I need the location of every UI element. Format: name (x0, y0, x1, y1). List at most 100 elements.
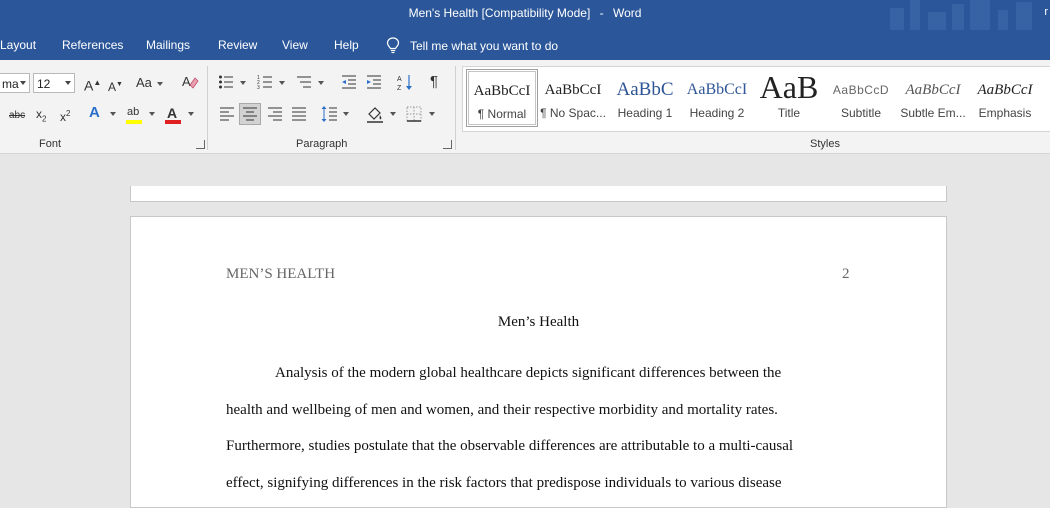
style-normal[interactable]: AaBbCcI ¶ Normal (466, 69, 538, 127)
svg-text:3: 3 (257, 85, 260, 90)
chevron-down-icon (149, 112, 155, 116)
chevron-down-icon (157, 82, 163, 86)
tab-layout[interactable]: Layout (0, 38, 36, 52)
document-page[interactable]: MEN’S HEALTH 2 Men’s Health Analysis of … (130, 216, 947, 508)
user-account[interactable]: r (1044, 6, 1048, 18)
justify-icon[interactable] (291, 107, 307, 121)
style-preview: AaBbCcI (544, 82, 602, 98)
change-case-button[interactable]: Aa (136, 75, 152, 91)
style-title[interactable]: AaB Title (754, 69, 824, 125)
font-group-label: Font (39, 138, 62, 150)
align-center-icon (243, 107, 257, 121)
chevron-down-icon (65, 81, 71, 85)
style-preview: AaB (759, 69, 819, 105)
grow-font-button[interactable]: A▲ (84, 75, 101, 94)
font-dialog-launcher[interactable] (196, 140, 205, 149)
tab-mailings[interactable]: Mailings (146, 38, 190, 52)
style-name: Heading 1 (617, 106, 673, 120)
group-divider (455, 66, 456, 150)
align-center-button[interactable] (239, 103, 261, 125)
multilevel-list-icon[interactable] (296, 74, 312, 90)
chevron-down-icon (188, 112, 194, 116)
font-size-combo[interactable]: 12 (33, 73, 75, 93)
page-number: 2 (842, 266, 850, 282)
style-name: Subtle Em... (900, 106, 966, 120)
font-color-button[interactable]: A (167, 105, 177, 121)
chevron-down-icon (240, 81, 246, 85)
paragraph-group-label: Paragraph (296, 138, 348, 150)
lightbulb-icon (386, 37, 400, 54)
document-name: Men's Health [Compatibility Mode] (408, 6, 591, 20)
style-preview: AaBbCcI (977, 82, 1033, 98)
style-subtle-emphasis[interactable]: AaBbCcI Subtle Em... (898, 69, 968, 125)
strikethrough-button[interactable]: abc (9, 108, 25, 124)
chevron-down-icon (279, 81, 285, 85)
shrink-font-button[interactable]: A▼ (108, 77, 123, 95)
highlight-color-swatch (126, 120, 142, 124)
style-preview: AaBbCcI (686, 81, 748, 98)
group-divider (207, 66, 208, 150)
paragraph-line: effect, signifying differences in the ri… (226, 475, 782, 491)
style-preview: AaBbCcD (832, 83, 890, 97)
app-name: Word (612, 6, 642, 20)
align-left-icon[interactable] (219, 107, 235, 121)
title-bar: Men's Health [Compatibility Mode] - Word… (0, 0, 1050, 30)
font-name-value: ma (2, 77, 19, 91)
tab-view[interactable]: View (282, 38, 308, 52)
style-name: Subtitle (840, 106, 882, 120)
svg-text:A: A (182, 74, 191, 89)
chevron-down-icon (429, 112, 435, 116)
style-name: ¶ Normal (477, 107, 527, 121)
borders-icon[interactable] (406, 106, 422, 122)
style-name: Emphasis (978, 106, 1032, 120)
style-preview: AaBbCcI (473, 83, 531, 99)
chevron-down-icon (318, 81, 324, 85)
tell-me-search[interactable]: Tell me what you want to do (386, 37, 558, 54)
paragraph-line: Furthermore, studies postulate that the … (226, 438, 794, 454)
superscript-button[interactable]: x2 (60, 106, 70, 125)
align-right-icon[interactable] (267, 107, 283, 121)
styles-group-label: Styles (810, 138, 840, 150)
svg-text:A: A (397, 76, 402, 83)
font-name-combo[interactable]: ma (0, 73, 30, 93)
style-emphasis[interactable]: AaBbCcI Emphasis (970, 69, 1040, 125)
shading-icon[interactable] (366, 105, 384, 123)
bullets-icon[interactable] (218, 74, 234, 90)
font-color-swatch (165, 120, 181, 124)
highlight-color-button[interactable]: ab (127, 104, 139, 120)
style-preview: AaBbC (616, 79, 674, 100)
style-preview: AaBbCcI (905, 82, 961, 98)
style-no-spacing[interactable]: AaBbCcI ¶ No Spac... (538, 69, 608, 125)
style-heading-2[interactable]: AaBbCcI Heading 2 (682, 69, 752, 125)
clear-formatting-icon[interactable]: A (181, 73, 199, 91)
title-separator: - (599, 6, 604, 20)
tab-references[interactable]: References (62, 38, 123, 52)
window-title: Men's Health [Compatibility Mode] - Word (0, 6, 1050, 20)
line-spacing-icon[interactable] (321, 105, 337, 123)
ribbon-tabs: Layout References Mailings Review View H… (0, 30, 1050, 60)
styles-gallery: AaBbCcI ¶ Normal AaBbCcI ¶ No Spac... Aa… (462, 66, 1050, 132)
style-name: Title (777, 106, 801, 120)
tab-help[interactable]: Help (334, 38, 359, 52)
tab-review[interactable]: Review (218, 38, 257, 52)
paragraph-dialog-launcher[interactable] (443, 140, 452, 149)
style-heading-1[interactable]: AaBbC Heading 1 (610, 69, 680, 125)
numbering-icon[interactable]: 1 2 3 (257, 74, 273, 90)
decrease-indent-icon[interactable] (341, 74, 357, 90)
sort-icon[interactable]: A Z (397, 73, 413, 91)
increase-indent-icon[interactable] (366, 74, 382, 90)
font-size-value: 12 (37, 77, 51, 91)
svg-text:Z: Z (397, 85, 402, 91)
paragraph-line: Analysis of the modern global healthcare… (275, 365, 782, 381)
previous-page-bottom[interactable] (130, 186, 947, 202)
subscript-button[interactable]: x2 (36, 106, 46, 127)
chevron-down-icon (20, 81, 26, 85)
document-title: Men’s Health (497, 314, 580, 330)
tell-me-label: Tell me what you want to do (410, 38, 559, 53)
style-name: ¶ No Spac... (540, 106, 606, 120)
chevron-down-icon (110, 112, 116, 116)
text-effects-button[interactable]: A (89, 105, 100, 121)
show-formatting-button[interactable]: ¶ (430, 74, 438, 90)
style-subtitle[interactable]: AaBbCcD Subtitle (826, 69, 896, 125)
chevron-down-icon (343, 112, 349, 116)
